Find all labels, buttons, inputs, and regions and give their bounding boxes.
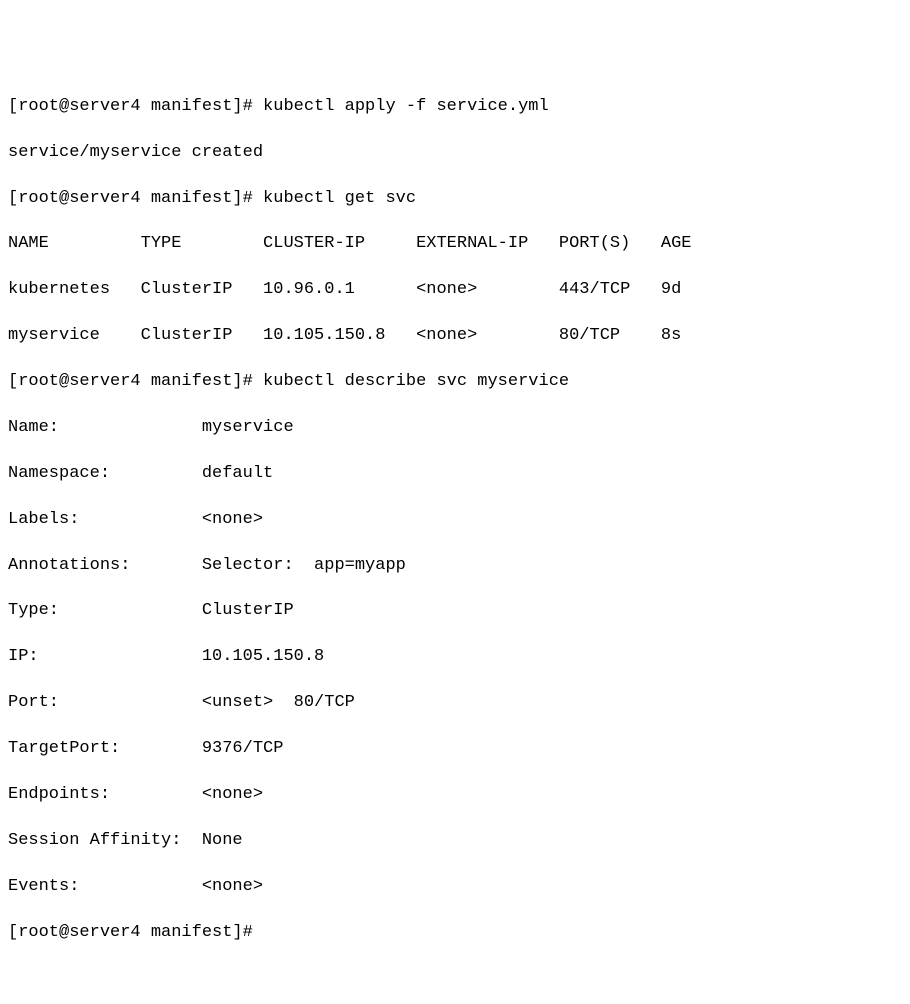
- terminal-line-desc-port: Port: <unset> 80/TCP: [8, 692, 902, 715]
- terminal-line-desc-session-affinity: Session Affinity: None: [8, 830, 902, 853]
- terminal-line-desc-type: Type: ClusterIP: [8, 600, 902, 623]
- terminal-line-desc-events: Events: <none>: [8, 876, 902, 899]
- terminal-line-desc-targetport: TargetPort: 9376/TCP: [8, 738, 902, 761]
- terminal-line-desc-namespace: Namespace: default: [8, 463, 902, 486]
- terminal-line-desc-annotations: Annotations: Selector: app=myapp: [8, 555, 902, 578]
- terminal-line-output-created: service/myservice created: [8, 142, 902, 165]
- terminal-line-desc-endpoints: Endpoints: <none>: [8, 784, 902, 807]
- terminal-line-svc-kubernetes: kubernetes ClusterIP 10.96.0.1 <none> 44…: [8, 279, 902, 302]
- terminal-line-cmd-apply: [root@server4 manifest]# kubectl apply -…: [8, 96, 902, 119]
- terminal-line-svc-header: NAME TYPE CLUSTER-IP EXTERNAL-IP PORT(S)…: [8, 233, 902, 256]
- terminal-line-desc-labels: Labels: <none>: [8, 509, 902, 532]
- terminal-line-desc-name: Name: myservice: [8, 417, 902, 440]
- terminal-line-cmd-describe: [root@server4 manifest]# kubectl describ…: [8, 371, 902, 394]
- terminal-line-desc-ip: IP: 10.105.150.8: [8, 646, 902, 669]
- terminal-line-cmd-get-svc: [root@server4 manifest]# kubectl get svc: [8, 188, 902, 211]
- terminal-line-prompt[interactable]: [root@server4 manifest]#: [8, 922, 902, 945]
- terminal-line-svc-myservice: myservice ClusterIP 10.105.150.8 <none> …: [8, 325, 902, 348]
